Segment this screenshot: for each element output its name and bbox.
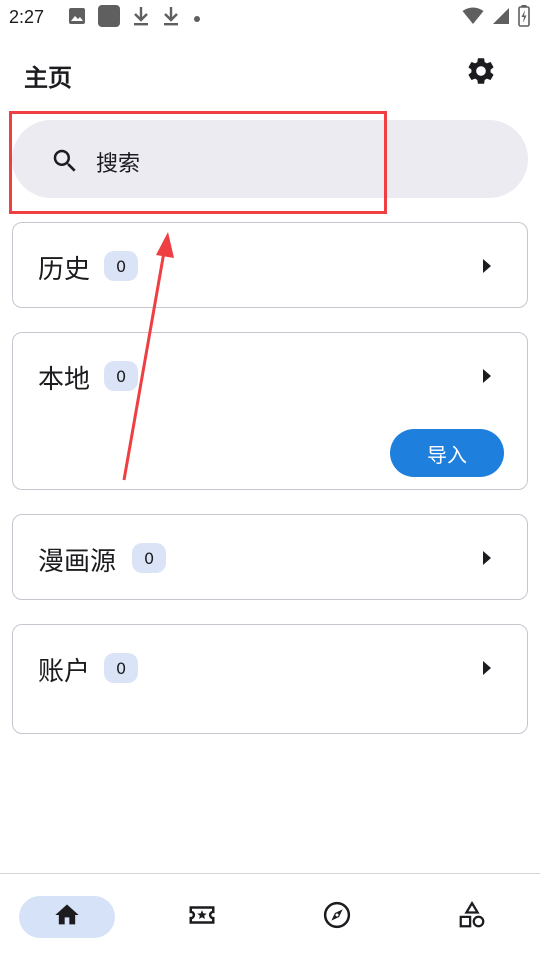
bottom-navigation [0, 873, 540, 960]
local-title: 本地 [38, 365, 91, 395]
history-title: 历史 [38, 255, 91, 285]
import-button[interactable]: 导入 [390, 429, 504, 477]
search-placeholder: 搜索 [96, 152, 141, 177]
chevron-right-icon [481, 660, 493, 676]
local-card[interactable]: 本地 0 导入 [12, 332, 528, 490]
app-square-icon [98, 5, 120, 31]
battery-icon [518, 5, 530, 31]
nav-categories[interactable] [424, 896, 520, 938]
status-time: 2:27 [9, 7, 45, 27]
shapes-icon [457, 900, 487, 934]
comic-sources-card[interactable]: 漫画源 0 [12, 514, 528, 600]
download-icon [162, 5, 180, 31]
app-bar: 主页 [0, 44, 540, 102]
comic-sources-title: 漫画源 [38, 547, 117, 577]
image-icon [68, 7, 86, 29]
local-count-badge: 0 [104, 361, 139, 391]
search-icon [50, 146, 80, 176]
status-system-icons [462, 5, 530, 31]
ticket-star-icon [187, 900, 217, 934]
chevron-right-icon [481, 258, 493, 274]
gear-icon [465, 55, 497, 91]
history-card[interactable]: 历史 0 [12, 222, 528, 308]
account-card[interactable]: 账户 0 [12, 624, 528, 734]
comic-sources-count-badge: 0 [132, 543, 167, 573]
search-bar[interactable]: 搜索 [12, 120, 528, 198]
dot-icon [192, 9, 202, 28]
wifi-icon [462, 7, 484, 29]
nav-explore[interactable] [289, 896, 385, 938]
compass-icon [322, 900, 352, 934]
status-notification-icons [68, 5, 202, 31]
account-count-badge: 0 [104, 653, 139, 683]
signal-icon [492, 7, 510, 29]
chevron-right-icon [481, 368, 493, 384]
nav-favorites[interactable] [154, 896, 250, 938]
download-icon [132, 5, 150, 31]
chevron-right-icon [481, 550, 493, 566]
account-title: 账户 [38, 657, 91, 687]
nav-home[interactable] [19, 896, 115, 938]
history-count-badge: 0 [104, 251, 139, 281]
page-title: 主页 [24, 64, 72, 92]
home-icon [53, 901, 81, 933]
status-bar: 2:27 [0, 0, 540, 36]
settings-button[interactable] [460, 52, 502, 94]
